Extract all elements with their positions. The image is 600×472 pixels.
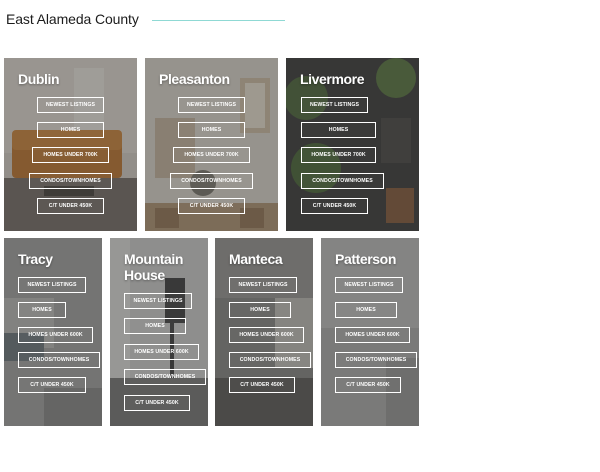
ct-under-link[interactable]: C/T UNDER 450K [301, 198, 368, 214]
city-card-livermore[interactable]: Livermore NEWEST LISTINGS HOMES HOMES UN… [286, 58, 419, 231]
card-title: Tracy [18, 251, 53, 267]
condos-townhomes-link[interactable]: CONDOS/TOWNHOMES [29, 173, 112, 189]
newest-listings-link[interactable]: NEWEST LISTINGS [37, 97, 104, 113]
ct-under-link[interactable]: C/T UNDER 450K [335, 377, 401, 393]
newest-listings-link[interactable]: NEWEST LISTINGS [124, 293, 192, 309]
city-card-patterson[interactable]: Patterson NEWEST LISTINGS HOMES HOMES UN… [321, 238, 419, 426]
city-card-dublin[interactable]: Dublin NEWEST LISTINGS HOMES HOMES UNDER… [4, 58, 137, 231]
homes-under-link[interactable]: HOMES UNDER 700K [32, 147, 109, 163]
newest-listings-link[interactable]: NEWEST LISTINGS [229, 277, 297, 293]
homes-under-link[interactable]: HOMES UNDER 600K [18, 327, 93, 343]
homes-link[interactable]: HOMES [178, 122, 245, 138]
condos-townhomes-link[interactable]: CONDOS/TOWNHOMES [170, 173, 253, 189]
newest-listings-link[interactable]: NEWEST LISTINGS [301, 97, 368, 113]
ct-under-link[interactable]: C/T UNDER 450K [178, 198, 245, 214]
homes-under-link[interactable]: HOMES UNDER 600K [229, 327, 304, 343]
ct-under-link[interactable]: C/T UNDER 450K [18, 377, 86, 393]
card-title: Dublin [18, 71, 60, 87]
newest-listings-link[interactable]: NEWEST LISTINGS [18, 277, 86, 293]
card-title: Mountain House [124, 251, 184, 283]
card-title: Manteca [229, 251, 283, 267]
homes-link[interactable]: HOMES [301, 122, 376, 138]
condos-townhomes-link[interactable]: CONDOS/TOWNHOMES [301, 173, 384, 189]
card-title: Livermore [300, 71, 365, 87]
ct-under-link[interactable]: C/T UNDER 450K [229, 377, 295, 393]
homes-under-link[interactable]: HOMES UNDER 600K [335, 327, 410, 343]
ct-under-link[interactable]: C/T UNDER 450K [37, 198, 104, 214]
homes-link[interactable]: HOMES [229, 302, 291, 318]
homes-link[interactable]: HOMES [37, 122, 104, 138]
homes-link[interactable]: HOMES [335, 302, 397, 318]
city-card-mountain-house[interactable]: Mountain House NEWEST LISTINGS HOMES HOM… [110, 238, 208, 426]
newest-listings-link[interactable]: NEWEST LISTINGS [335, 277, 403, 293]
homes-under-link[interactable]: HOMES UNDER 700K [301, 147, 376, 163]
newest-listings-link[interactable]: NEWEST LISTINGS [178, 97, 245, 113]
card-title: Pleasanton [159, 71, 230, 87]
homes-link[interactable]: HOMES [18, 302, 66, 318]
ct-under-link[interactable]: C/T UNDER 450K [124, 395, 190, 411]
city-card-pleasanton[interactable]: Pleasanton NEWEST LISTINGS HOMES HOMES U… [145, 58, 278, 231]
condos-townhomes-link[interactable]: CONDOS/TOWNHOMES [18, 352, 100, 368]
condos-townhomes-link[interactable]: CONDOS/TOWNHOMES [229, 352, 311, 368]
homes-under-link[interactable]: HOMES UNDER 700K [173, 147, 250, 163]
condos-townhomes-link[interactable]: CONDOS/TOWNHOMES [124, 369, 206, 385]
homes-under-link[interactable]: HOMES UNDER 600K [124, 344, 199, 360]
city-card-manteca[interactable]: Manteca NEWEST LISTINGS HOMES HOMES UNDE… [215, 238, 313, 426]
card-title: Patterson [335, 251, 396, 267]
city-card-tracy[interactable]: Tracy NEWEST LISTINGS HOMES HOMES UNDER … [4, 238, 102, 426]
section-heading: East Alameda County [6, 11, 139, 27]
condos-townhomes-link[interactable]: CONDOS/TOWNHOMES [335, 352, 417, 368]
homes-link[interactable]: HOMES [124, 318, 186, 334]
heading-divider [152, 20, 285, 21]
